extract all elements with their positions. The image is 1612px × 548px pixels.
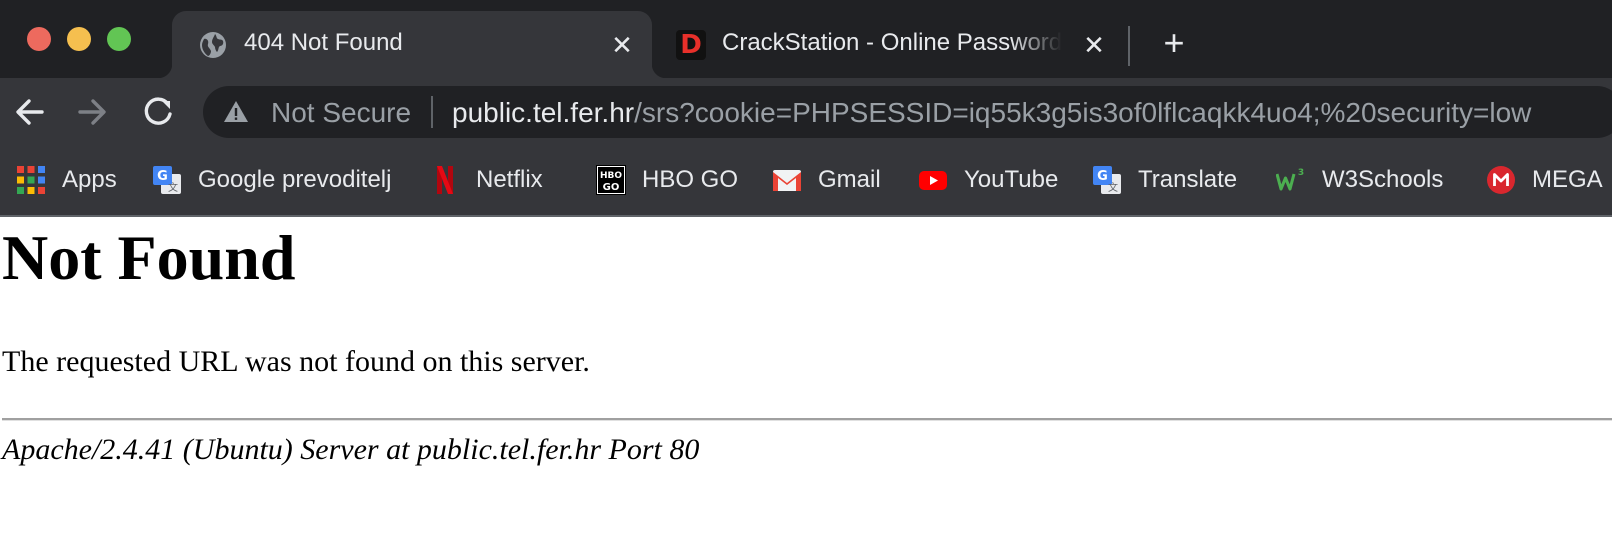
server-signature: Apache/2.4.41 (Ubuntu) Server at public.…: [2, 433, 700, 466]
bookmark-label: Apps: [62, 166, 117, 193]
bookmark-label: Gmail: [818, 166, 881, 193]
error-message: The requested URL was not found on this …: [2, 345, 590, 378]
crackstation-d-icon: D: [676, 30, 706, 60]
youtube-icon: [918, 165, 948, 195]
google-translate-icon: G 文: [152, 165, 182, 195]
apps-grid-icon: [16, 165, 46, 195]
svg-text:GO: GO: [603, 182, 620, 193]
window-minimize-button[interactable]: [67, 27, 91, 51]
gmail-icon: [772, 165, 802, 195]
netflix-icon: [430, 165, 460, 195]
globe-icon: [198, 30, 228, 60]
bookmark-label: HBO GO: [642, 166, 739, 193]
bookmark-label: YouTube: [964, 166, 1059, 193]
address-divider: [431, 96, 433, 128]
mega-icon: [1486, 165, 1516, 195]
bookmark-label: Google prevoditelj: [198, 166, 392, 193]
tab-title: 404 Not Found: [244, 29, 403, 56]
bookmark-label: Translate: [1138, 166, 1238, 193]
bookmark-label: Netflix: [476, 166, 543, 193]
svg-text:3: 3: [1298, 168, 1304, 178]
window-zoom-button[interactable]: [107, 27, 131, 51]
tab-crackstation[interactable]: D CrackStation - Online Password Hash Cr…: [660, 11, 1120, 78]
page-title: Not Found: [2, 222, 296, 293]
divider: [2, 418, 1612, 421]
tab-close-icon[interactable]: ✕: [1080, 31, 1108, 59]
tab-title: CrackStation - Online Password Hash Crac…: [722, 29, 1062, 56]
bookmark-label: MEGA: [1532, 166, 1603, 193]
bookmark-label: W3Schools: [1322, 166, 1444, 193]
window-close-button[interactable]: [27, 27, 51, 51]
security-status-label[interactable]: Not Secure: [271, 97, 411, 129]
svg-text:HBO: HBO: [600, 171, 622, 181]
tab-close-icon[interactable]: ✕: [608, 31, 636, 59]
w3schools-icon: 3: [1275, 165, 1306, 195]
url-path: /srs?cookie=PHPSESSID=iq55k3g5is3of0lflc…: [634, 97, 1532, 128]
svg-text:文: 文: [1108, 181, 1118, 194]
tab-divider: [1128, 26, 1130, 66]
tab-strip: 404 Not Found ✕ D CrackStation - Online …: [0, 0, 1612, 78]
page-content: Not Found The requested URL was not foun…: [2, 218, 1612, 466]
url-text[interactable]: public.tel.fer.hr/srs?cookie=PHPSESSID=i…: [452, 97, 1531, 129]
hbo-go-icon: HBO GO: [596, 165, 626, 195]
address-bar[interactable]: Not Secure public.tel.fer.hr/srs?cookie=…: [203, 86, 1612, 138]
reload-icon[interactable]: [138, 92, 178, 132]
google-translate-icon: G 文: [1092, 165, 1122, 195]
url-host: public.tel.fer.hr: [452, 97, 635, 128]
new-tab-button[interactable]: +: [1156, 25, 1192, 62]
bookmarks-bar: Apps G 文 Google prevoditelj Netflix HBO …: [0, 145, 1612, 217]
tab-404-not-found[interactable]: 404 Not Found ✕: [158, 11, 666, 78]
browser-toolbar: Not Secure public.tel.fer.hr/srs?cookie=…: [0, 78, 1612, 145]
back-arrow-icon[interactable]: [10, 92, 50, 132]
forward-arrow-icon[interactable]: [72, 92, 112, 132]
svg-text:G: G: [1097, 169, 1108, 184]
warning-icon[interactable]: [223, 99, 249, 125]
svg-text:G: G: [157, 169, 168, 184]
svg-text:文: 文: [168, 181, 178, 194]
